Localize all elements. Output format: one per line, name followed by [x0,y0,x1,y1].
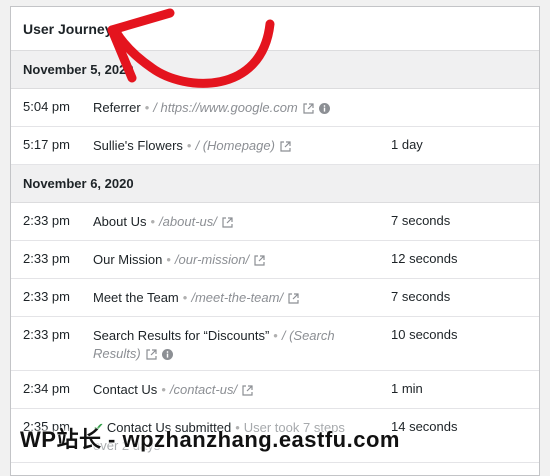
row-time: 2:33 pm [23,289,70,304]
separator-dot: • [150,214,156,229]
row-time: 5:04 pm [23,99,70,114]
external-link-icon[interactable] [242,383,253,401]
page-url-link[interactable]: /our-mission/ [175,252,249,267]
external-link-icon[interactable] [303,101,314,119]
external-link-icon[interactable] [280,139,291,157]
row-duration: 14 seconds [391,419,458,434]
row-time: 5:17 pm [23,137,70,152]
journey-row: 5:17 pm Sullie's Flowers • / (Homepage) 1 … [11,127,539,165]
journey-row: 2:33 pm Our Mission • /our-mission/ 12 sec… [11,241,539,279]
date-row: November 6, 2020 [11,165,539,203]
page-title: Meet the Team [93,290,179,305]
row-page: Search Results for “Discounts” • / (Search… [93,327,391,365]
page-title: About Us [93,214,147,229]
separator-dot: • [273,328,278,343]
row-page: Referrer • / https://www.google.com [93,99,391,119]
row-page: Meet the Team •/meet-the-team/ [93,289,391,309]
row-time: 2:34 pm [23,381,70,396]
date-row: November 5, 2020 [11,51,539,89]
row-duration: 7 seconds [391,289,451,304]
row-page: Contact Us • /contact-us/ [93,381,391,401]
page-title: Contact Us [93,382,158,397]
page-url-link[interactable]: / https://www.google.com [153,100,298,115]
page-url-link[interactable]: /meet-the-team/ [191,290,283,305]
date-label: November 6, 2020 [23,176,134,191]
separator-dot: • [144,100,150,115]
separator-dot: • [186,138,192,153]
external-link-icon[interactable] [288,291,299,309]
journey-row: 2:33 pm About Us •/about-us/ 7 seconds [11,203,539,241]
watermark: WP站长 - wpzhanzhang.eastfu.com [20,427,400,452]
page-title: Referrer [93,100,141,115]
page-url-link[interactable]: /about-us/ [159,214,217,229]
info-icon[interactable] [161,347,173,365]
journey-row: 2:33 pm Meet the Team •/meet-the-team/ 7 … [11,279,539,317]
row-page: Our Mission • /our-mission/ [93,251,391,271]
page-url-link[interactable]: / (Homepage) [195,138,274,153]
journey-row: 2:33 pm Search Results for “Discounts” • /… [11,317,539,371]
row-duration: 12 seconds [391,251,458,266]
page-title: Search Results for “Discounts” [93,328,270,343]
separator-dot: • [166,252,171,267]
user-journey-panel: User Journey November 5, 2020 5:04 pm Re… [10,6,540,476]
page-url-link[interactable]: / (Search [282,328,335,343]
row-page: Sullie's Flowers • / (Homepage) [93,137,391,157]
row-time: 2:33 pm [23,213,70,228]
page-title: Sullie's Flowers [93,138,183,153]
separator-dot: • [182,290,188,305]
row-duration: 10 seconds [391,327,458,342]
row-duration: 1 min [391,381,423,396]
date-label: November 5, 2020 [23,62,134,77]
journey-row: 2:34 pm Contact Us • /contact-us/ 1 min [11,371,539,409]
page-url-link[interactable]: /contact-us/ [170,382,237,397]
page-url-link-continued[interactable]: Results) [93,346,141,361]
row-time: 2:33 pm [23,251,70,266]
separator-dot: • [161,382,166,397]
journey-row: 5:04 pm Referrer • / https://www.google.co… [11,89,539,127]
row-page: About Us •/about-us/ [93,213,391,233]
page-title: Our Mission [93,252,163,267]
external-link-icon[interactable] [146,347,157,365]
row-duration: 1 day [391,137,423,152]
info-icon[interactable] [318,101,330,119]
panel-header: User Journey [11,7,539,51]
panel-title: User Journey [23,20,113,37]
external-link-icon[interactable] [254,253,265,271]
external-link-icon[interactable] [222,215,233,233]
row-duration: 7 seconds [391,213,451,228]
row-time: 2:33 pm [23,327,70,342]
